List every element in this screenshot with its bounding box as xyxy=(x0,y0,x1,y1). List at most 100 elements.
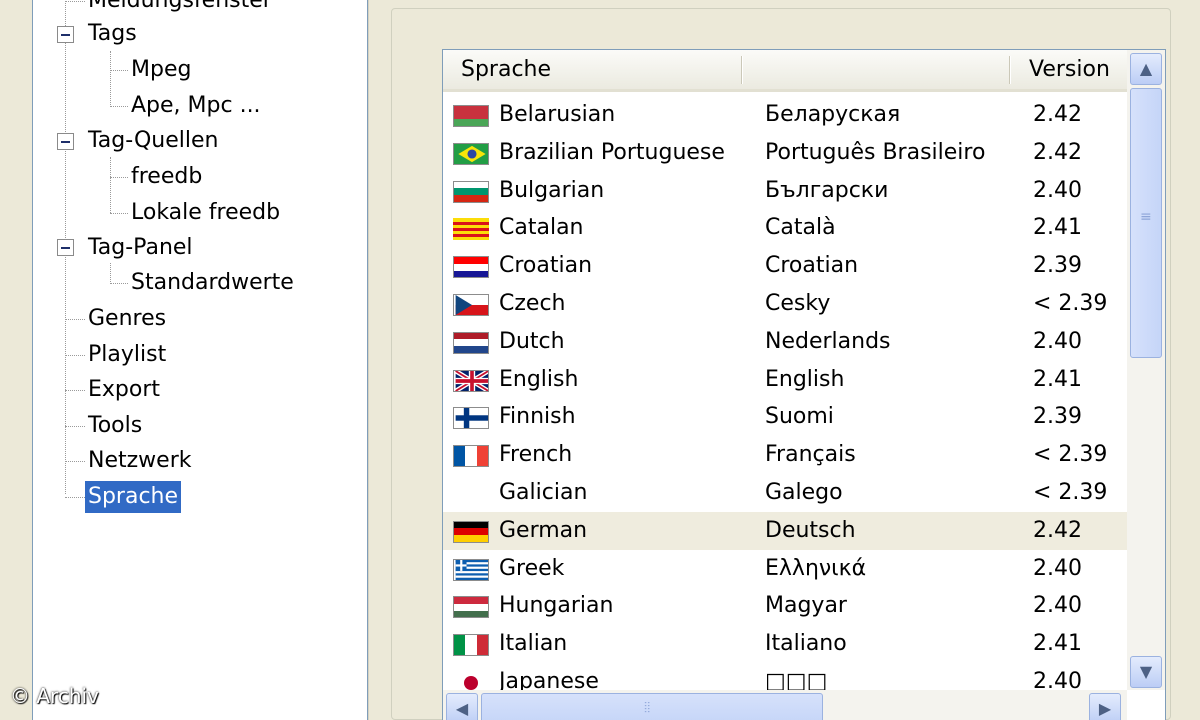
tree-connector xyxy=(110,157,111,213)
vertical-scroll-thumb[interactable]: ≡ xyxy=(1130,88,1162,358)
belarus-flag-icon xyxy=(453,105,489,127)
language-native-name: Italiano xyxy=(765,631,847,657)
language-name: Greek xyxy=(499,555,565,581)
chevron-left-icon[interactable]: ◀ xyxy=(446,693,478,720)
tree-connector xyxy=(65,355,85,356)
finland-flag-icon xyxy=(453,407,489,430)
tree-connector xyxy=(65,497,85,498)
language-version: 2.41 xyxy=(1033,631,1082,657)
column-header-version[interactable]: Version xyxy=(1011,50,1127,89)
language-native-name: Català xyxy=(765,215,836,241)
settings-tree: Meldungsfenster Tags Mpeg Ape, Mpc ... T… xyxy=(32,0,368,720)
list-row[interactable]: Finnish Suomi 2.39 xyxy=(443,398,1127,436)
tree-connector xyxy=(110,51,111,107)
grip-icon: ⦙⦙ xyxy=(644,700,651,716)
list-row[interactable]: Catalan Català 2.41 xyxy=(443,209,1127,247)
tree-item-sprache[interactable]: Sprache xyxy=(85,481,182,513)
tree-item-ape-mpc[interactable]: Ape, Mpc ... xyxy=(128,90,264,122)
language-name: English xyxy=(499,366,579,392)
language-native-name: Ελληνικά xyxy=(765,555,867,581)
tree-item-export[interactable]: Export xyxy=(85,374,163,406)
language-native-name: Suomi xyxy=(765,404,834,430)
language-version: < 2.39 xyxy=(1033,479,1108,505)
language-name: Bulgarian xyxy=(499,177,605,203)
tree-item-netzwerk[interactable]: Netzwerk xyxy=(85,445,194,477)
language-list[interactable]: Sprache Version Belarusian Беларуская 2.… xyxy=(442,49,1166,720)
language-version: 2.41 xyxy=(1033,366,1082,392)
language-version: 2.41 xyxy=(1033,215,1082,241)
tree-item-freedb[interactable]: freedb xyxy=(128,161,205,193)
list-row[interactable]: English English 2.41 xyxy=(443,361,1127,399)
collapse-icon[interactable] xyxy=(57,239,74,256)
column-header-native[interactable] xyxy=(743,50,1009,89)
list-header: Sprache Version xyxy=(443,50,1127,92)
language-native-name: Magyar xyxy=(765,593,847,619)
language-name: Croatian xyxy=(499,253,593,279)
horizontal-scroll-thumb[interactable]: ⦙⦙ xyxy=(481,693,823,720)
tree-item-tag-quellen[interactable]: Tag-Quellen xyxy=(85,125,222,157)
list-row[interactable]: Croatian Croatian 2.39 xyxy=(443,247,1127,285)
list-row[interactable]: Galician Galego < 2.39 xyxy=(443,474,1127,512)
chevron-up-icon[interactable]: ▲ xyxy=(1130,53,1162,85)
language-settings-panel: Sprache Version Belarusian Беларуская 2.… xyxy=(368,0,1200,720)
collapse-icon[interactable] xyxy=(57,26,74,43)
tree-item-tools[interactable]: Tools xyxy=(85,410,145,442)
italy-flag-icon xyxy=(453,634,489,657)
germany-flag-icon xyxy=(453,520,489,543)
language-version: 2.40 xyxy=(1033,555,1082,581)
list-rows: Belarusian Беларуская 2.42 Brazilian Por… xyxy=(443,96,1127,701)
chevron-right-icon[interactable]: ▶ xyxy=(1089,693,1121,720)
tree-connector xyxy=(110,283,128,284)
tree-item-lokale-freedb[interactable]: Lokale freedb xyxy=(128,197,283,229)
column-header-language[interactable]: Sprache xyxy=(443,50,743,89)
list-row[interactable]: Bulgarian Български 2.40 xyxy=(443,172,1127,210)
language-name: Belarusian xyxy=(499,102,616,127)
language-native-name: Nederlands xyxy=(765,328,891,354)
tree-item-meldungsfenster[interactable]: Meldungsfenster xyxy=(85,0,275,17)
tree-connector xyxy=(110,177,128,178)
tree-item-standardwerte[interactable]: Standardwerte xyxy=(128,267,297,299)
greece-flag-icon xyxy=(453,558,489,581)
tree-item-tag-panel[interactable]: Tag-Panel xyxy=(85,232,196,264)
vertical-scrollbar[interactable]: ▲ ≡ ▼ xyxy=(1127,50,1165,690)
language-version: 2.39 xyxy=(1033,253,1082,279)
language-name: Catalan xyxy=(499,215,584,241)
language-groupbox: Sprache Version Belarusian Беларуская 2.… xyxy=(391,8,1171,720)
language-native-name: Galego xyxy=(765,479,843,505)
list-row[interactable]: Italian Italiano 2.41 xyxy=(443,625,1127,663)
list-row[interactable]: Hungarian Magyar 2.40 xyxy=(443,587,1127,625)
language-version: 2.42 xyxy=(1033,139,1082,165)
tree-connector xyxy=(110,106,128,107)
list-row[interactable]: Dutch Nederlands 2.40 xyxy=(443,323,1127,361)
language-name: French xyxy=(499,442,573,468)
tree-connector xyxy=(65,461,85,462)
language-name: German xyxy=(499,517,588,543)
language-version: 2.42 xyxy=(1033,517,1082,543)
list-row[interactable]: Greek Ελληνικά 2.40 xyxy=(443,550,1127,588)
collapse-icon[interactable] xyxy=(57,133,74,150)
language-native-name: Беларуская xyxy=(765,102,901,127)
language-version: 2.39 xyxy=(1033,404,1082,430)
horizontal-scrollbar[interactable]: ◀ ⦙⦙ ▶ xyxy=(443,690,1127,720)
language-native-name: Português Brasileiro xyxy=(765,139,986,165)
language-version: 2.40 xyxy=(1033,177,1082,203)
list-row-selected[interactable]: German Deutsch 2.42 xyxy=(443,511,1127,550)
france-flag-icon xyxy=(453,445,489,468)
tree-item-genres[interactable]: Genres xyxy=(85,303,169,335)
list-row[interactable]: French Français < 2.39 xyxy=(443,436,1127,474)
tree-connector xyxy=(110,213,128,214)
tree-item-mpeg[interactable]: Mpeg xyxy=(128,54,194,86)
list-row[interactable]: Brazilian Portuguese Português Brasileir… xyxy=(443,134,1127,172)
bulgaria-flag-icon xyxy=(453,180,489,203)
chevron-down-icon[interactable]: ▼ xyxy=(1130,656,1162,688)
tree-item-playlist[interactable]: Playlist xyxy=(85,339,169,371)
language-version: < 2.39 xyxy=(1033,290,1108,316)
tree-item-tags[interactable]: Tags xyxy=(85,18,140,50)
language-native-name: Cesky xyxy=(765,290,831,316)
tree-connector xyxy=(110,263,111,284)
list-row[interactable]: Belarusian Беларуская 2.42 xyxy=(443,96,1127,134)
language-native-name: Български xyxy=(765,177,889,203)
language-version: 2.42 xyxy=(1033,102,1082,127)
language-name: Galician xyxy=(499,479,588,505)
list-row[interactable]: Czech Cesky < 2.39 xyxy=(443,285,1127,323)
